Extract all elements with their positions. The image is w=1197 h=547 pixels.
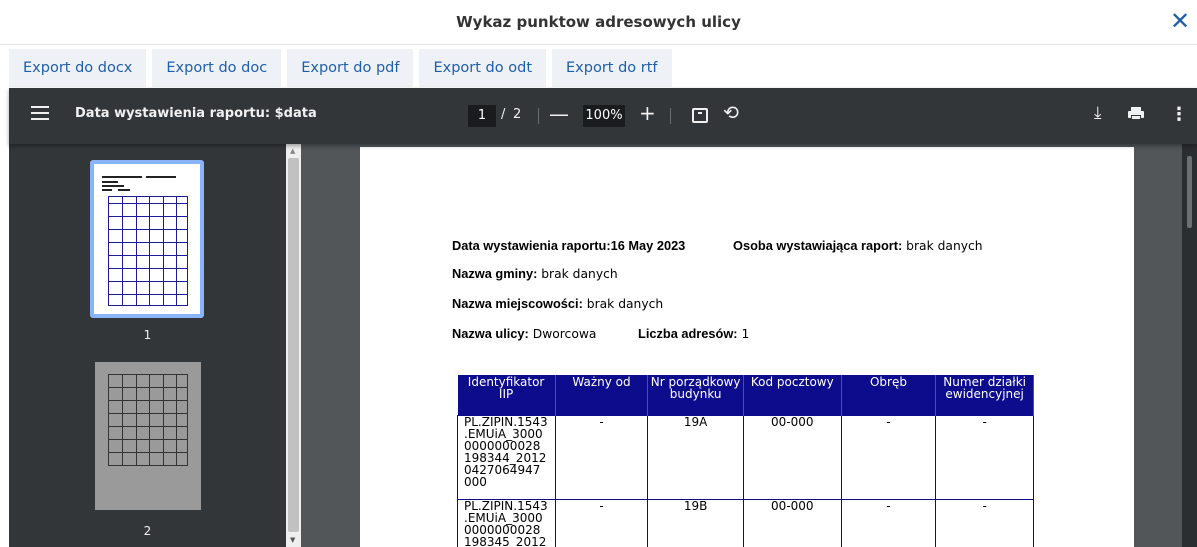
building-number-cell: 19B: [647, 498, 744, 547]
address-count-line: Liczba adresów: 1: [638, 326, 749, 341]
municipality-line: Nazwa gminy: brak danych: [452, 266, 618, 281]
toolbar-divider: [538, 108, 539, 124]
thumbnail-sidebar: 1 2: [9, 144, 286, 547]
table-row: PL.ZIPIN.1543 .EMUiA_3000 0000000028 198…: [457, 498, 1034, 547]
parcel-number-cell: -: [935, 498, 1034, 547]
export-odt-button[interactable]: Export do odt: [419, 49, 547, 87]
report-issuer-value: brak danych: [902, 239, 983, 253]
municipality-label: Nazwa gminy:: [452, 266, 538, 281]
id-line: 0000000028: [464, 438, 541, 453]
toolbar-divider: [670, 108, 671, 124]
export-docx-button[interactable]: Export do docx: [9, 49, 147, 87]
viewer-scrollbar[interactable]: [1182, 144, 1197, 547]
pdf-title: Data wystawienia raportu: $data: [75, 106, 317, 121]
id-line: 0000000028: [464, 522, 541, 537]
report-date-value: 16 May 2023: [610, 238, 686, 253]
dialog-title: Wykaz punktow adresowych ulicy: [456, 13, 741, 31]
building-number-cell: 19A: [647, 414, 744, 500]
id-line: PL.ZIPIN.1543: [464, 414, 548, 429]
zoom-input[interactable]: 100%: [583, 105, 625, 127]
menu-icon[interactable]: [31, 106, 49, 120]
thumbnail-label: 2: [143, 524, 152, 538]
street-line: Nazwa ulicy: Dworcowa: [452, 326, 596, 341]
zoom-out-button[interactable]: —: [549, 102, 569, 126]
id-line: PL.ZIPIN.1543: [464, 498, 548, 513]
more-options-icon[interactable]: ⋮: [1170, 104, 1188, 125]
municipality-value: brak danych: [537, 267, 618, 281]
id-cell: PL.ZIPIN.1543 .EMUiA_3000 0000000028 198…: [457, 498, 556, 547]
thumbnail-page-2[interactable]: [95, 362, 201, 510]
close-icon[interactable]: ✕: [1165, 6, 1195, 38]
id-line: 198345_2012: [464, 534, 547, 547]
id-cell: PL.ZIPIN.1543 .EMUiA_3000 0000000028 198…: [457, 414, 556, 500]
column-header: Obręb: [841, 375, 937, 415]
street-value: Dworcowa: [528, 327, 597, 341]
zoom-in-button[interactable]: +: [639, 101, 656, 125]
download-icon[interactable]: ⤓: [1094, 103, 1102, 123]
id-line: .EMUiA_3000: [464, 510, 543, 525]
viewer-scrollbar-thumb[interactable]: [1187, 156, 1192, 228]
document-viewer: Data wystawienia raportu:16 May 2023 Oso…: [301, 144, 1197, 547]
pdf-page: Data wystawienia raportu:16 May 2023 Oso…: [360, 147, 1134, 547]
address-count-value: 1: [737, 327, 750, 341]
export-doc-button[interactable]: Export do doc: [152, 49, 282, 87]
column-header: Nr porządkowy budynku: [647, 375, 744, 415]
id-line: 000: [464, 474, 487, 489]
column-header: Numer działki ewidencyjnej: [935, 375, 1034, 415]
valid-from-cell: -: [554, 498, 649, 547]
valid-from-cell: -: [554, 414, 649, 500]
export-rtf-button[interactable]: Export do rtf: [552, 49, 672, 87]
dialog-header: Wykaz punktow adresowych ulicy ✕: [0, 0, 1197, 45]
street-label: Nazwa ulicy:: [452, 326, 529, 341]
locality-line: Nazwa miejscowości: brak danych: [452, 296, 663, 311]
precinct-cell: -: [840, 414, 937, 500]
fit-to-page-icon[interactable]: [692, 108, 708, 123]
id-line: 198344_2012: [464, 450, 547, 465]
scroll-up-icon[interactable]: ▲: [290, 147, 295, 155]
page-separator: /: [501, 107, 506, 122]
sidebar-scrollbar[interactable]: ▲ ▼: [286, 144, 301, 547]
export-toolbar: Export do docx Export do doc Export do p…: [9, 49, 678, 87]
rotate-icon[interactable]: ⟲: [723, 102, 739, 124]
table-header-row: Identyfikator IIP Ważny od Nr porządkowy…: [457, 375, 1034, 415]
column-header: Identyfikator IIP: [457, 375, 556, 415]
thumbnail-page-1[interactable]: [90, 160, 204, 318]
table-row: PL.ZIPIN.1543 .EMUiA_3000 0000000028 198…: [457, 414, 1034, 500]
print-icon[interactable]: [1128, 107, 1144, 120]
thumbnail-label: 1: [143, 328, 152, 342]
postal-code-cell: 00-000: [742, 498, 842, 547]
report-issuer-line: Osoba wystawiająca raport: brak danych: [733, 238, 983, 253]
id-line: .EMUiA_3000: [464, 426, 543, 441]
report-date-line: Data wystawienia raportu:16 May 2023: [452, 238, 685, 253]
address-table: Identyfikator IIP Ważny od Nr porządkowy…: [457, 375, 1034, 547]
scroll-down-icon[interactable]: ▼: [290, 536, 295, 544]
column-header: Kod pocztowy: [743, 375, 842, 415]
id-line: 0427064947: [464, 462, 541, 477]
locality-value: brak danych: [582, 297, 664, 311]
parcel-number-cell: -: [935, 414, 1034, 500]
address-count-label: Liczba adresów:: [638, 326, 738, 341]
postal-code-cell: 00-000: [742, 414, 842, 500]
report-date-label: Data wystawienia raportu:: [452, 238, 611, 253]
pdf-toolbar: Data wystawienia raportu: $data 1 / 2 — …: [9, 88, 1197, 144]
column-header: Ważny od: [555, 375, 649, 415]
locality-label: Nazwa miejscowości:: [452, 296, 583, 311]
report-issuer-label: Osoba wystawiająca raport:: [733, 238, 903, 253]
thumbnail-page-image: [94, 164, 200, 314]
page-number-input[interactable]: 1: [468, 105, 496, 127]
export-pdf-button[interactable]: Export do pdf: [287, 49, 414, 87]
page-total: 2: [513, 107, 522, 122]
scrollbar-thumb[interactable]: [288, 158, 299, 532]
precinct-cell: -: [840, 498, 937, 547]
